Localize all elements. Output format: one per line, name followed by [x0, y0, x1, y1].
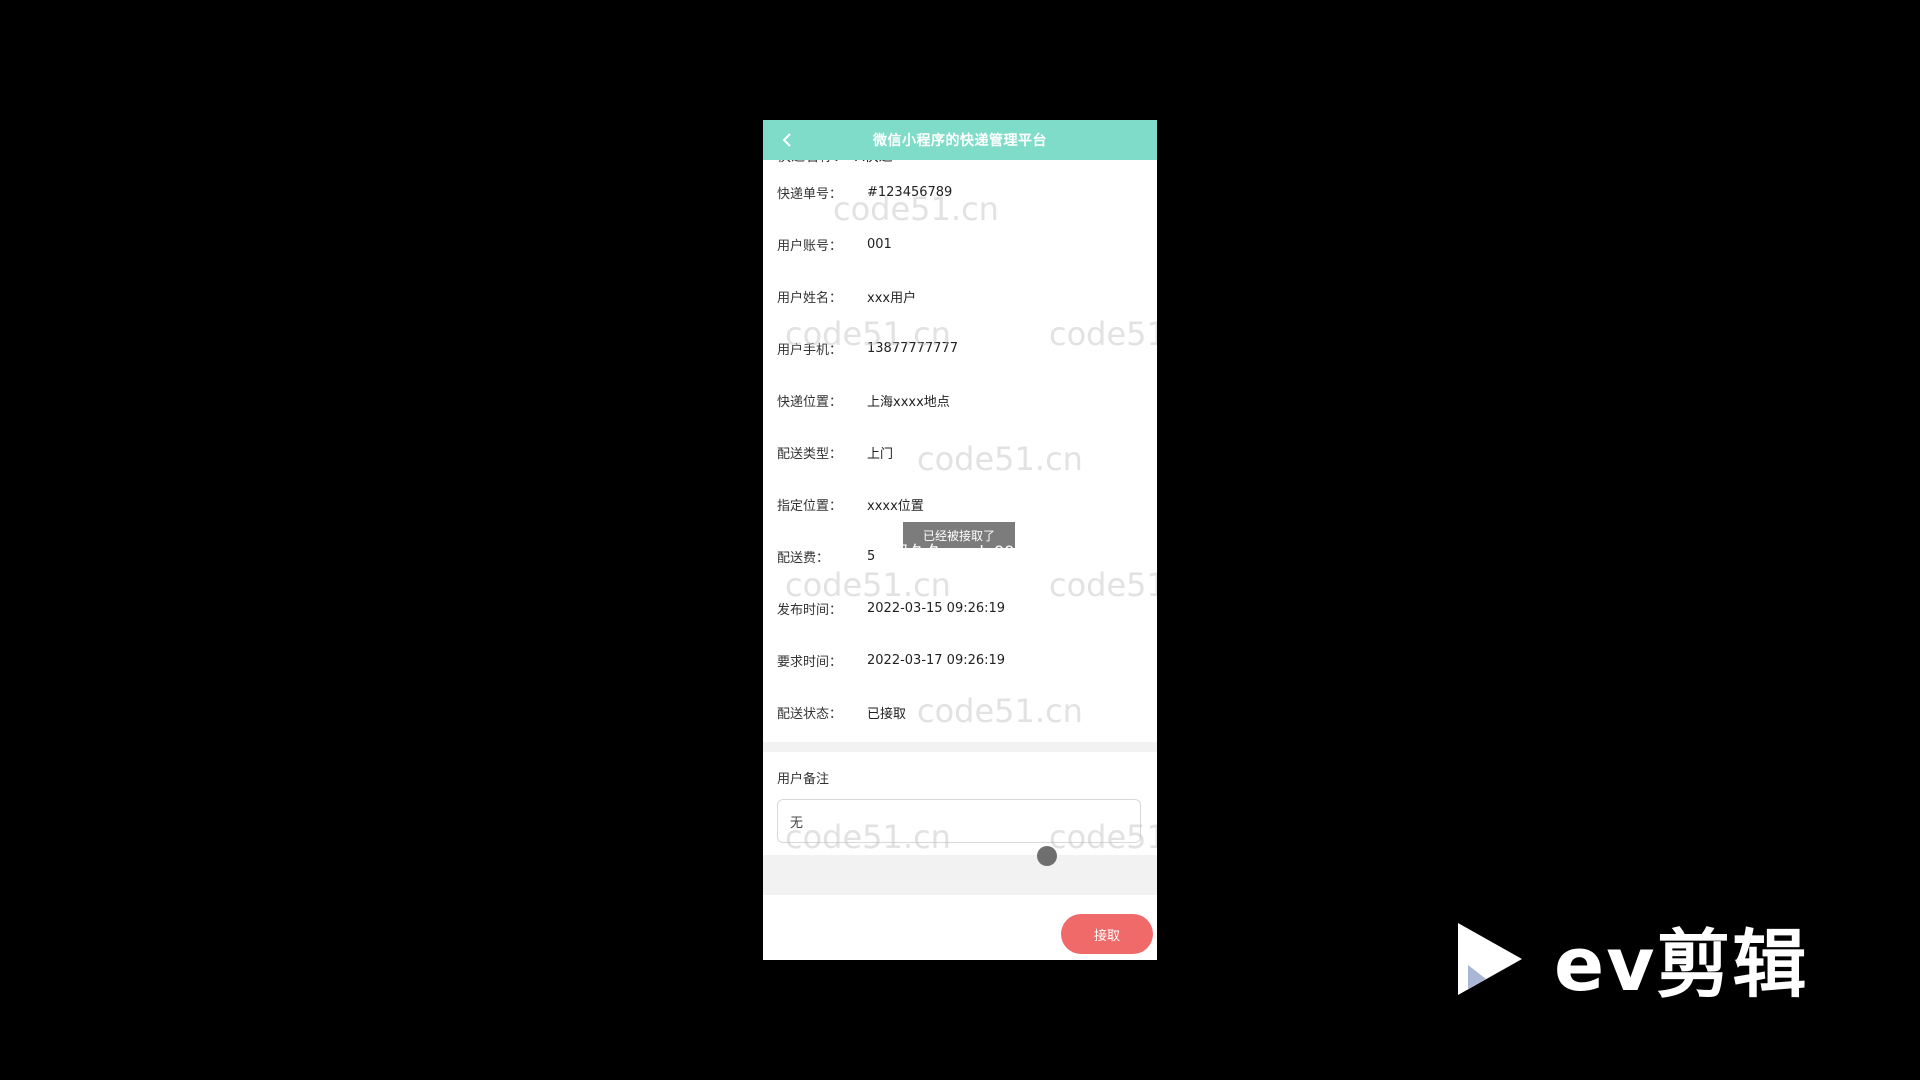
navigation-bar: 微信小程序的快递管理平台 — [763, 120, 1157, 160]
detail-row-user-name: 用户姓名： xxx用户 — [763, 270, 1157, 322]
field-value: 2022-03-17 09:26:19 — [867, 652, 1006, 668]
field-value: 已接取 — [867, 706, 907, 722]
detail-row-express-location: 快递位置： 上海xxxx地点 — [763, 374, 1157, 426]
detail-row-required-time: 要求时间： 2022-03-17 09:26:19 — [763, 634, 1157, 686]
ev-logo: ev剪辑 — [1450, 905, 1808, 1012]
page-title: 微信小程序的快递管理平台 — [873, 133, 1047, 149]
field-label: 快递位置： — [777, 394, 843, 410]
detail-row-delivery-status: 配送状态： 已接取 — [763, 686, 1157, 738]
field-label: 发布时间： — [777, 602, 843, 618]
detail-row-publish-time: 发布时间： 2022-03-15 09:26:19 — [763, 582, 1157, 634]
ev-brand-text: ev剪辑 — [1554, 922, 1809, 1008]
detail-row-delivery-type: 配送类型： 上门 — [763, 426, 1157, 478]
field-value: 上海xxxx地点 — [867, 394, 950, 410]
field-label: 用户手机： — [777, 342, 843, 358]
play-icon — [1458, 922, 1522, 995]
video-frame: 微信小程序的快递管理平台 快递名称： A快递 快递单号： #123456789 … — [0, 0, 1920, 1080]
field-label: 用户账号： — [777, 238, 843, 254]
remark-label: 用户备注 — [777, 772, 830, 787]
bottom-action-bar: 接取 — [763, 910, 1157, 960]
field-value: 2022-03-15 09:26:19 — [867, 600, 1006, 616]
back-button[interactable] — [775, 128, 799, 152]
field-label: 指定位置： — [777, 498, 843, 514]
detail-row-user-account: 用户账号： 001 — [763, 218, 1157, 270]
section-divider — [763, 855, 1157, 895]
field-label: 配送类型： — [777, 446, 843, 462]
remark-section: 用户备注 无 — [763, 752, 1157, 855]
section-divider — [763, 742, 1157, 752]
detail-row-user-phone: 用户手机： 13877777777 — [763, 322, 1157, 374]
field-value: 上门 — [867, 446, 894, 462]
field-value: xxxx位置 — [867, 498, 924, 514]
overlay-caption: 源码久久-code99.top — [875, 543, 1056, 563]
remark-textarea[interactable]: 无 — [777, 799, 1141, 843]
detail-row-tracking-number: 快递单号： #123456789 — [763, 166, 1157, 218]
accept-button[interactable]: 接取 — [1061, 914, 1153, 954]
field-label: 要求时间： — [777, 654, 843, 670]
field-value: xxx用户 — [867, 290, 917, 306]
chevron-left-icon — [782, 133, 791, 147]
field-value: #123456789 — [867, 184, 953, 200]
field-label: 快递单号： — [777, 186, 843, 202]
cursor-indicator — [1037, 846, 1057, 866]
field-value: 001 — [867, 236, 892, 252]
field-label: 用户姓名： — [777, 290, 843, 306]
field-label: 配送费： — [777, 550, 830, 566]
field-label: 配送状态： — [777, 706, 843, 722]
field-value: 13877777777 — [867, 340, 958, 356]
